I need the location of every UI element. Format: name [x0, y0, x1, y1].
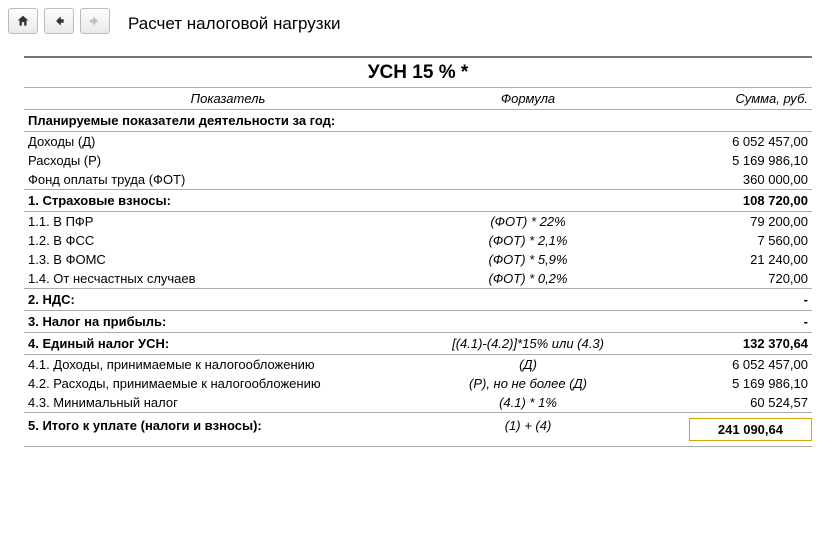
arrow-right-icon	[88, 14, 102, 28]
row-sum: 6 052 457,00	[628, 357, 808, 372]
section-5-total: 5. Итого к уплате (налоги и взносы): (1)…	[24, 412, 812, 447]
section-label: 1. Страховые взносы:	[28, 193, 428, 208]
row-sum: 5 169 986,10	[628, 376, 808, 391]
row-formula: (4.1) * 1%	[428, 395, 628, 410]
report-heading: УСН 15 % *	[24, 56, 812, 88]
row-sum: 6 052 457,00	[628, 134, 808, 149]
col-indicator: Показатель	[28, 91, 428, 106]
col-sum: Сумма, руб.	[628, 91, 808, 106]
column-headers: Показатель Формула Сумма, руб.	[24, 88, 812, 110]
home-button[interactable]	[8, 8, 38, 34]
section-formula: [(4.1)-(4.2)]*15% или (4.3)	[428, 336, 628, 351]
row-label: 1.4. От несчастных случаев	[28, 271, 428, 286]
section-label: 4. Единый налог УСН:	[28, 336, 428, 351]
row-sum: 21 240,00	[628, 252, 808, 267]
row-formula: (ФОТ) * 2,1%	[428, 233, 628, 248]
forward-button[interactable]	[80, 8, 110, 34]
row-label: 4.1. Доходы, принимаемые к налогообложен…	[28, 357, 428, 372]
data-row: 1.3. В ФОМС (ФОТ) * 5,9% 21 240,00	[24, 250, 812, 269]
back-button[interactable]	[44, 8, 74, 34]
data-row: 1.1. В ПФР (ФОТ) * 22% 79 200,00	[24, 212, 812, 231]
row-sum: 79 200,00	[628, 214, 808, 229]
row-sum: 360 000,00	[628, 172, 808, 187]
section-3: 3. Налог на прибыль: -	[24, 311, 812, 333]
row-label: 4.3. Минимальный налог	[28, 395, 428, 410]
data-row: 4.3. Минимальный налог (4.1) * 1% 60 524…	[24, 393, 812, 412]
section-sum: 132 370,64	[628, 336, 808, 351]
data-row: 1.2. В ФСС (ФОТ) * 2,1% 7 560,00	[24, 231, 812, 250]
data-row: Доходы (Д) 6 052 457,00	[24, 132, 812, 151]
row-formula: (ФОТ) * 0,2%	[428, 271, 628, 286]
section-label: 2. НДС:	[28, 292, 428, 307]
section-plan-header: Планируемые показатели деятельности за г…	[24, 110, 812, 132]
section-2: 2. НДС: -	[24, 288, 812, 311]
section-formula: (1) + (4)	[428, 418, 628, 441]
row-label: 1.3. В ФОМС	[28, 252, 428, 267]
section-sum: -	[628, 292, 808, 307]
total-highlight: 241 090,64	[689, 418, 812, 441]
arrow-left-icon	[52, 14, 66, 28]
row-formula	[428, 134, 628, 149]
row-formula: (Р), но не более (Д)	[428, 376, 628, 391]
row-sum: 60 524,57	[628, 395, 808, 410]
section-label: 3. Налог на прибыль:	[28, 314, 428, 329]
data-row: Фонд оплаты труда (ФОТ) 360 000,00	[24, 170, 812, 189]
section-sum: 241 090,64	[628, 418, 808, 441]
section-sum: -	[628, 314, 808, 329]
row-sum: 5 169 986,10	[628, 153, 808, 168]
data-row: 4.1. Доходы, принимаемые к налогообложен…	[24, 355, 812, 374]
report-body: УСН 15 % * Показатель Формула Сумма, руб…	[24, 56, 812, 447]
row-formula	[428, 172, 628, 187]
data-row: 1.4. От несчастных случаев (ФОТ) * 0,2% …	[24, 269, 812, 288]
home-icon	[16, 14, 30, 28]
row-formula: (ФОТ) * 22%	[428, 214, 628, 229]
data-row: Расходы (Р) 5 169 986,10	[24, 151, 812, 170]
col-formula: Формула	[428, 91, 628, 106]
row-label: 1.2. В ФСС	[28, 233, 428, 248]
row-formula	[428, 153, 628, 168]
row-formula: (Д)	[428, 357, 628, 372]
row-label: 1.1. В ПФР	[28, 214, 428, 229]
row-label: 4.2. Расходы, принимаемые к налогообложе…	[28, 376, 428, 391]
section-sum: 108 720,00	[628, 193, 808, 208]
section-1: 1. Страховые взносы: 108 720,00	[24, 189, 812, 212]
section-label: 5. Итого к уплате (налоги и взносы):	[28, 418, 428, 441]
row-sum: 720,00	[628, 271, 808, 286]
row-label: Фонд оплаты труда (ФОТ)	[28, 172, 428, 187]
row-label: Доходы (Д)	[28, 134, 428, 149]
section-4: 4. Единый налог УСН: [(4.1)-(4.2)]*15% и…	[24, 333, 812, 355]
plan-header-label: Планируемые показатели деятельности за г…	[28, 113, 428, 128]
data-row: 4.2. Расходы, принимаемые к налогообложе…	[24, 374, 812, 393]
page-title: Расчет налоговой нагрузки	[128, 14, 826, 34]
row-formula: (ФОТ) * 5,9%	[428, 252, 628, 267]
row-sum: 7 560,00	[628, 233, 808, 248]
row-label: Расходы (Р)	[28, 153, 428, 168]
